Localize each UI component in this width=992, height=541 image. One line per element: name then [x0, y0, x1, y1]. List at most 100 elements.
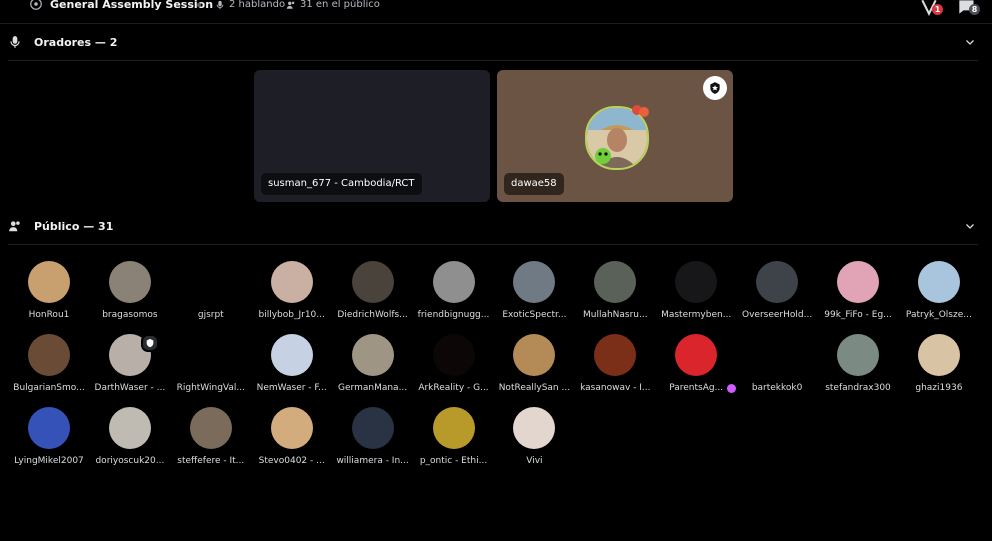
moderator-shield-icon: [146, 338, 154, 348]
audience-member[interactable]: billybob_Jr10...: [252, 261, 332, 329]
speaker-tile[interactable]: susman_677 - Cambodia/RCT: [254, 70, 490, 202]
audience-member[interactable]: p_ontic - Ethi...: [414, 407, 494, 475]
avatar: [513, 407, 556, 449]
inbox-badge: 1: [932, 4, 943, 15]
avatar: [270, 407, 313, 449]
avatar: [270, 261, 313, 303]
avatar: [432, 407, 475, 449]
avatar: [351, 407, 394, 449]
avatar: [917, 261, 960, 303]
audience-member-name: Patryk_Olsze...: [905, 310, 972, 320]
audience-member-name: DarthWaser - ...: [94, 383, 166, 393]
audience-member-name: Stevo0402 - ...: [258, 456, 325, 466]
avatar: [432, 334, 475, 376]
audience-member[interactable]: BulgarianSmo...: [9, 334, 89, 402]
audience-member[interactable]: Vivi: [494, 407, 574, 475]
section-divider: [8, 60, 978, 61]
audience-count: 31 en el público: [286, 0, 380, 10]
stage-channel-icon: [30, 0, 42, 10]
avatar: [28, 407, 70, 449]
audience-member-name: MullahNasru...: [582, 310, 648, 320]
chevron-down-icon[interactable]: [964, 36, 976, 48]
audience-member[interactable]: friendbignugg...: [414, 261, 494, 329]
avatar: [189, 261, 232, 303]
avatar: [432, 261, 475, 303]
microphone-icon: [10, 36, 20, 48]
avatar: [675, 261, 718, 303]
moderator-badge: [703, 76, 727, 100]
audience-member[interactable]: ParentsAg...: [656, 334, 737, 402]
avatar: [189, 334, 232, 376]
audience-member[interactable]: williamera - In...: [333, 407, 413, 475]
avatar: [917, 334, 960, 376]
audience-member[interactable]: gjsrpt: [171, 261, 251, 329]
audience-member-name: gjsrpt: [197, 310, 224, 320]
inbox-button[interactable]: 1: [919, 0, 943, 17]
audience-member[interactable]: RightWingVal...: [171, 334, 251, 402]
avatar: [513, 261, 556, 303]
audience-member[interactable]: bragasomos: [90, 261, 170, 329]
avatar: [351, 261, 394, 303]
avatar: [594, 334, 637, 376]
speakers-header[interactable]: Oradores — 2: [8, 31, 980, 53]
audience-member-name: p_ontic - Ethi...: [419, 456, 488, 466]
audience-member[interactable]: bartekkok0: [737, 334, 817, 402]
audience-member[interactable]: MullahNasru...: [575, 261, 655, 329]
audience-member-name: HonRou1: [28, 310, 70, 320]
chat-button[interactable]: 8: [956, 0, 980, 17]
audience-member-name: ghazi1936: [915, 383, 963, 393]
avatar: [189, 407, 232, 449]
audience-member[interactable]: HonRou1: [9, 261, 89, 329]
speaker-tile[interactable]: dawae58: [497, 70, 733, 202]
section-divider: [8, 244, 978, 245]
audience-member[interactable]: GermanMana...: [333, 334, 413, 402]
microphone-icon: [216, 0, 224, 9]
audience-member[interactable]: Stevo0402 - ...: [252, 407, 332, 475]
speaker-name-label: susman_677 - Cambodia/RCT: [261, 173, 422, 195]
people-icon: [286, 1, 295, 9]
audience-member[interactable]: NemWaser - F...: [252, 334, 332, 402]
audience-member-name: bragasomos: [102, 310, 158, 320]
audience-member-name: NemWaser - F...: [256, 383, 327, 393]
audience-member[interactable]: OverseerHold...: [737, 261, 817, 329]
audience-member-name: friendbignugg...: [417, 310, 490, 320]
audience-member-name: billybob_Jr10...: [258, 310, 325, 320]
moderator-mini-badge: [140, 334, 159, 352]
audience-member-name: ExoticSpectr...: [502, 310, 567, 320]
audience-member[interactable]: DiedrichWolfs...: [333, 261, 413, 329]
audience-member[interactable]: ArkReality - G...: [414, 334, 494, 402]
audience-header[interactable]: Público — 31: [8, 215, 980, 237]
avatar: [675, 334, 718, 376]
moderator-shield-icon: [710, 82, 720, 94]
avatar: [837, 261, 879, 303]
speaking-count: 2 hablando: [215, 0, 285, 10]
avatar: [837, 334, 879, 376]
avatar: [594, 261, 637, 303]
audience-member[interactable]: kasanowav - I...: [575, 334, 655, 402]
audience-member[interactable]: stefandrax300: [818, 334, 898, 402]
avatar: [351, 334, 394, 376]
audience-member-name: ArkReality - G...: [418, 383, 489, 393]
speaker-name-label: dawae58: [504, 173, 564, 195]
audience-member[interactable]: NotReallySan ...: [494, 334, 574, 402]
avatar: [28, 334, 70, 376]
audience-member[interactable]: doriyoscuk20...: [90, 407, 170, 475]
audience-member-name: LyingMikel2007: [14, 456, 84, 466]
audience-member-name: Vivi: [526, 456, 543, 466]
audience-member-name: RightWingVal...: [176, 383, 245, 393]
people-icon: [9, 221, 20, 232]
audience-member[interactable]: ghazi1936: [899, 334, 979, 402]
audience-member[interactable]: DarthWaser - ...: [90, 334, 170, 402]
audience-member[interactable]: 99k_FiFo - Eg...: [818, 261, 898, 329]
audience-member-name: steffefere - It...: [177, 456, 245, 466]
audience-member[interactable]: Patryk_Olsze...: [899, 261, 979, 329]
heart-decoration-icon: [632, 105, 649, 117]
audience-member[interactable]: Mastermyben...: [656, 261, 736, 329]
audience-member[interactable]: LyingMikel2007: [9, 407, 89, 475]
audience-member-name: 99k_FiFo - Eg...: [824, 310, 892, 320]
avatar: [756, 334, 798, 376]
stage-title: General Assembly Session: [50, 0, 214, 11]
chevron-down-icon[interactable]: [964, 220, 976, 232]
audience-member[interactable]: steffefere - It...: [171, 407, 251, 475]
audience-member[interactable]: ExoticSpectr...: [494, 261, 574, 329]
